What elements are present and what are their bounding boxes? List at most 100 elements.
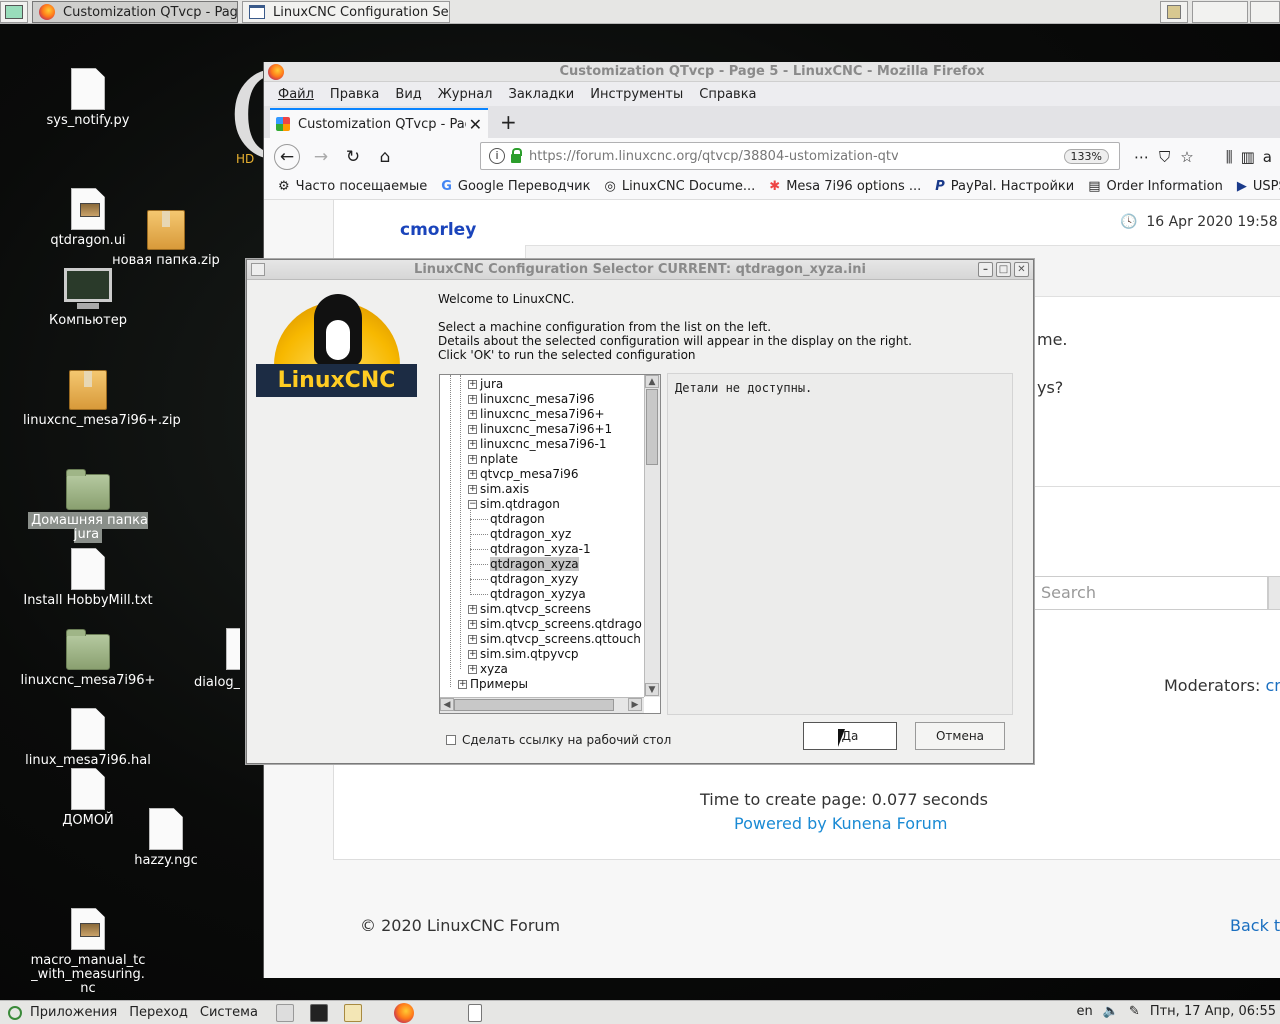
menu-system[interactable]: Система [200,1005,258,1020]
expand-icon[interactable]: + [468,380,477,389]
tree-item[interactable]: + Примеры [458,677,528,692]
tree-item[interactable]: qtdragon_xyz [470,527,571,542]
terminal-icon[interactable] [309,1003,328,1022]
reader-icon[interactable]: a [1263,148,1280,166]
tree-item[interactable]: qtdragon_xyzy [470,572,578,587]
desktop-link-checkbox[interactable]: Сделать ссылку на рабочий стол [446,733,671,747]
expand-icon[interactable]: + [468,410,477,419]
library-icon[interactable]: ⫼ [1226,148,1241,166]
expand-icon[interactable]: + [468,440,477,449]
expand-icon[interactable]: + [468,395,477,404]
tree-item[interactable]: qtdragon_xyza [470,557,579,572]
scroll-left-icon[interactable]: ◀ [440,698,454,711]
site-info-icon[interactable]: i [489,148,505,164]
maximize-icon[interactable]: □ [996,262,1011,277]
tree-item[interactable]: + linuxcnc_mesa7i96-1 [468,437,606,452]
tree-item[interactable]: + sim.qtvcp_screens.qttouch [468,632,641,647]
desktop-icon-new-folder-zip[interactable]: новая папка.zip [96,210,236,268]
reload-button[interactable]: ↻ [340,144,366,170]
bookmark-star-icon[interactable]: ☆ [1180,148,1203,166]
text-editor-icon[interactable] [343,1003,362,1022]
show-desktop-button[interactable] [0,1,28,23]
bookmark-linuxcnc-docs[interactable]: ◎ LinuxCNC Docume... [604,179,755,194]
tree-item[interactable]: + xyza [468,662,508,677]
zoom-level[interactable]: 133% [1063,148,1109,164]
search-button[interactable] [1268,576,1280,610]
menu-history[interactable]: Журнал [438,87,493,102]
back-button[interactable]: ← [274,144,300,170]
task-firefox[interactable]: Customization QTvcp - Pag... [32,1,238,23]
desktop-icon-home-folder[interactable]: Домашняя папка jura [18,469,158,543]
bookmark-order-information[interactable]: ▤ Order Information [1088,179,1223,194]
expand-icon[interactable]: + [468,470,477,479]
window-menu-icon[interactable] [251,263,265,276]
bookmark-mesa-7i96[interactable]: ✱ Mesa 7i96 options ... [769,179,921,194]
powered-by-link[interactable]: Powered by Kunena Forum [734,814,947,833]
desktop-icon-sys-notify[interactable]: sys_notify.py [18,68,158,128]
collapse-icon[interactable]: − [468,500,477,509]
minimize-icon[interactable]: – [978,262,993,277]
tab-customization-qtvcp[interactable]: Customization QTvcp - Page ✕ [270,108,488,138]
network-icon[interactable]: ✎ [1129,1004,1140,1019]
tree-item[interactable]: + linuxcnc_mesa7i96 [468,392,595,407]
desktop-icon-install-hobbymill[interactable]: Install HobbyMill.txt [18,548,158,608]
scroll-down-icon[interactable]: ▼ [645,683,659,696]
scroll-thumb[interactable] [646,389,658,465]
post-author[interactable]: cmorley [400,220,476,240]
cancel-button[interactable]: Отмена [915,722,1005,750]
expand-icon[interactable]: + [468,605,477,614]
expand-icon[interactable]: + [468,485,477,494]
scroll-thumb[interactable] [454,699,614,711]
menu-edit[interactable]: Правка [330,87,379,102]
desktop-icon-dialog[interactable]: dialog_w [160,628,240,690]
close-tab-icon[interactable]: ✕ [469,115,482,134]
tree-item[interactable]: qtdragon_xyza-1 [470,542,591,557]
desktop-icon-macro-manual[interactable]: macro_manual_tc_with_measuring.nc [18,908,158,996]
expand-icon[interactable]: + [468,620,477,629]
expand-icon[interactable]: + [468,635,477,644]
tree-vertical-scrollbar[interactable]: ▲ ▼ [644,375,660,697]
menu-bookmarks[interactable]: Закладки [509,87,575,102]
tree-horizontal-scrollbar[interactable]: ◀ ▶ [440,697,644,713]
close-icon[interactable]: ✕ [1014,262,1029,277]
menu-applications[interactable]: Приложения [30,1005,117,1020]
tree-item[interactable]: qtdragon [470,512,545,527]
menu-file[interactable]: Файл [278,87,314,102]
task-linuxcnc-selector[interactable]: LinuxCNC Configuration Se... [242,1,450,23]
tree-item[interactable]: + sim.qtvcp_screens.qtdrago [468,617,642,632]
expand-icon[interactable]: + [468,650,477,659]
page-actions-menu-icon[interactable]: ⋯ [1134,148,1159,166]
tree-item[interactable]: + jura [468,377,503,392]
url-bar[interactable]: i https://forum.linuxcnc.org /qtvcp/3880… [480,142,1120,170]
expand-icon[interactable]: + [458,680,467,689]
dialog-titlebar[interactable]: LinuxCNC Configuration Selector CURRENT:… [247,260,1033,280]
tree-item[interactable]: qtdragon_xyzya [470,587,586,602]
checkbox-box[interactable] [446,735,456,745]
tree-item[interactable]: + linuxcnc_mesa7i96+1 [468,422,612,437]
workspace-2[interactable] [1192,1,1248,23]
desktop-icon-hazzy[interactable]: hazzy.ngc [96,808,236,868]
config-tree[interactable]: + jura + linuxcnc_mesa7i96 + linuxcnc_mesa7i9… [439,374,661,714]
tree-item[interactable]: + sim.qtvcp_screens [468,602,591,617]
desktop-icon-mesa-folder[interactable]: linuxcnc_mesa7i96+ [18,629,158,688]
firefox-titlebar[interactable]: Customization QTvcp - Page 5 - LinuxCNC … [264,62,1280,82]
clock[interactable]: Птн, 17 Апр, 06:55 [1150,1004,1276,1019]
scroll-up-icon[interactable]: ▲ [645,375,659,388]
tree-item[interactable]: − sim.qtdragon [468,497,560,512]
workspace-1[interactable] [1160,1,1188,23]
desktop-icon-linux-mesa-hal[interactable]: linux_mesa7i96.hal [18,708,158,768]
moderator-link[interactable]: cm [1265,676,1280,695]
bookmark-usps[interactable]: ▶USPS.com® [1237,179,1280,194]
menu-places[interactable]: Переход [129,1005,188,1020]
menu-tools[interactable]: Инструменты [590,87,683,102]
tree-item[interactable]: + qtvcp_mesa7i96 [468,467,579,482]
forward-button[interactable]: → [308,144,334,170]
bookmark-google-translate[interactable]: G Google Переводчик [441,179,590,194]
trash-icon[interactable] [467,1003,482,1022]
tree-item[interactable]: + linuxcnc_mesa7i96+ [468,407,605,422]
back-to-top-link[interactable]: Back t [1230,916,1280,935]
desktop-icon-computer[interactable]: Компьютер [18,268,158,328]
keyboard-layout[interactable]: en [1076,1004,1092,1019]
home-button[interactable]: ⌂ [372,144,398,170]
scroll-right-icon[interactable]: ▶ [628,698,642,711]
